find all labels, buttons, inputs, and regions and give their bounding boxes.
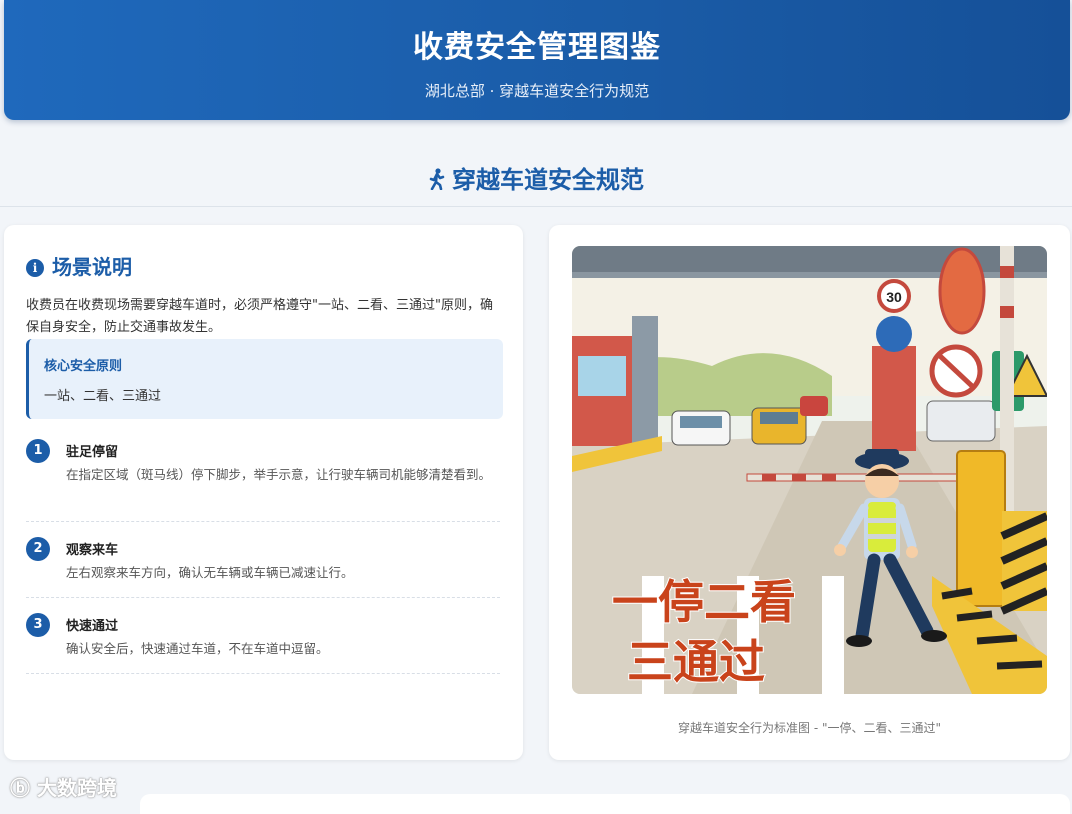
step-description: 在指定区域（斑马线）停下脚步，举手示意，让行驶车辆司机能够清楚看到。 xyxy=(66,467,492,482)
step-title: 快速通过 xyxy=(66,619,119,634)
watermark-logo-icon: ⓑ xyxy=(10,776,30,800)
toll-crossing-illustration: 30 一停二看 三通过 xyxy=(572,246,1047,694)
overlay-text-line2: 三通过 xyxy=(627,635,765,689)
page-subtitle: 湖北总部 · 穿越车道安全行为规范 xyxy=(424,82,650,100)
step-description: 确认安全后，快速通过车道，不在车道中逗留。 xyxy=(66,641,329,656)
illustration-caption: 穿越车道安全行为标准图 - "一停、二看、三通过" xyxy=(678,721,941,735)
info-icon: i xyxy=(26,259,44,277)
overlay-text-line1: 一停二看 xyxy=(612,575,796,629)
section-divider xyxy=(0,206,1072,207)
section-title: 穿越车道安全规范 xyxy=(452,165,644,194)
page-title: 收费安全管理图鉴 xyxy=(413,30,661,65)
core-principle-box: 核心安全原则 一站、二看、三通过 xyxy=(26,339,503,419)
watermark: ⓑ 大数跨境 xyxy=(10,772,117,801)
step-number: 3 xyxy=(26,613,50,637)
scene-heading: i 场景说明 xyxy=(26,251,132,280)
walking-person-icon xyxy=(428,167,446,196)
speed-limit-sign: 30 xyxy=(886,289,902,305)
step-item: 2 观察来车 左右观察来车方向，确认无车辆或车辆已减速让行。 xyxy=(26,535,500,598)
page-header: 收费安全管理图鉴 湖北总部 · 穿越车道安全行为规范 xyxy=(4,0,1070,120)
step-item: 3 快速通过 确认安全后，快速通过车道，不在车道中逗留。 xyxy=(26,611,500,674)
watermark-text: 大数跨境 xyxy=(36,776,117,800)
scene-title: 场景说明 xyxy=(52,255,132,279)
step-number: 2 xyxy=(26,537,50,561)
step-title: 观察来车 xyxy=(66,543,119,558)
next-section-card xyxy=(140,794,1070,814)
step-description: 左右观察来车方向，确认无车辆或车辆已减速让行。 xyxy=(66,565,354,580)
principle-title: 核心安全原则 xyxy=(44,359,123,374)
section-heading: 穿越车道安全规范 xyxy=(0,160,1072,196)
principle-value: 一站、二看、三通过 xyxy=(44,389,162,404)
step-number: 1 xyxy=(26,439,50,463)
scene-description: 收费员在收费现场需要穿越车道时，必须严格遵守"一站、二看、三通过"原则，确保自身… xyxy=(26,298,493,335)
step-title: 驻足停留 xyxy=(66,445,119,460)
step-item: 1 驻足停留 在指定区域（斑马线）停下脚步，举手示意，让行驶车辆司机能够清楚看到… xyxy=(26,437,500,522)
illustration-card: 30 一停二看 三通过 穿越车道安全行为标准图 - "一停、二看、三通过" xyxy=(549,225,1070,760)
scene-card: i 场景说明 收费员在收费现场需要穿越车道时，必须严格遵守"一站、二看、三通过"原… xyxy=(4,225,523,760)
